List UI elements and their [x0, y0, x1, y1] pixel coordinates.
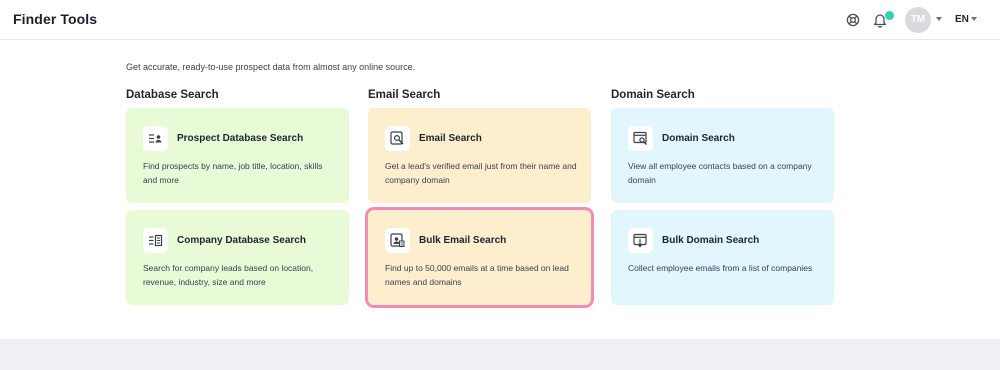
card-title: Bulk Email Search	[419, 235, 507, 246]
card-title: Domain Search	[662, 133, 735, 144]
bulk-domain-search-card[interactable]: Bulk Domain Search Collect employee emai…	[611, 210, 834, 305]
card-title: Email Search	[419, 133, 482, 144]
company-list-icon	[143, 228, 168, 253]
column-title-email: Email Search	[368, 89, 441, 101]
card-description: Find prospects by name, job title, locat…	[143, 161, 323, 185]
card-description: Find up to 50,000 emails at a time based…	[385, 263, 569, 287]
notification-dot	[885, 11, 894, 20]
bulk-email-icon	[385, 228, 410, 253]
top-bar: Finder Tools TM EN	[0, 0, 1000, 40]
card-title: Company Database Search	[177, 235, 306, 246]
language-selector[interactable]: EN	[955, 14, 969, 25]
card-description: View all employee contacts based on a co…	[628, 161, 812, 185]
column-title-domain: Domain Search	[611, 89, 695, 101]
email-search-card[interactable]: Email Search Get a lead's verified email…	[368, 108, 591, 203]
intro-text: Get accurate, ready-to-use prospect data…	[126, 62, 416, 72]
card-title: Prospect Database Search	[177, 133, 304, 144]
column-title-database: Database Search	[126, 89, 219, 101]
bulk-email-search-card[interactable]: Bulk Email Search Find up to 50,000 emai…	[368, 210, 591, 305]
avatar[interactable]: TM	[905, 7, 931, 33]
prospect-list-icon	[143, 126, 168, 151]
card-title: Bulk Domain Search	[662, 235, 760, 246]
chevron-down-icon[interactable]	[971, 17, 977, 21]
help-icon[interactable]	[846, 13, 860, 27]
domain-search-card[interactable]: Domain Search View all employee contacts…	[611, 108, 834, 203]
chevron-down-icon[interactable]	[936, 17, 942, 21]
card-description: Collect employee emails from a list of c…	[628, 263, 813, 273]
card-description: Search for company leads based on locati…	[143, 263, 314, 287]
footer-band	[0, 339, 1000, 370]
card-description: Get a lead's verified email just from th…	[385, 161, 577, 185]
company-database-search-card[interactable]: Company Database Search Search for compa…	[126, 210, 349, 305]
bulk-domain-icon	[628, 228, 653, 253]
prospect-database-search-card[interactable]: Prospect Database Search Find prospects …	[126, 108, 349, 203]
app-title: Finder Tools	[13, 11, 98, 27]
domain-search-icon	[628, 126, 653, 151]
email-search-icon	[385, 126, 410, 151]
